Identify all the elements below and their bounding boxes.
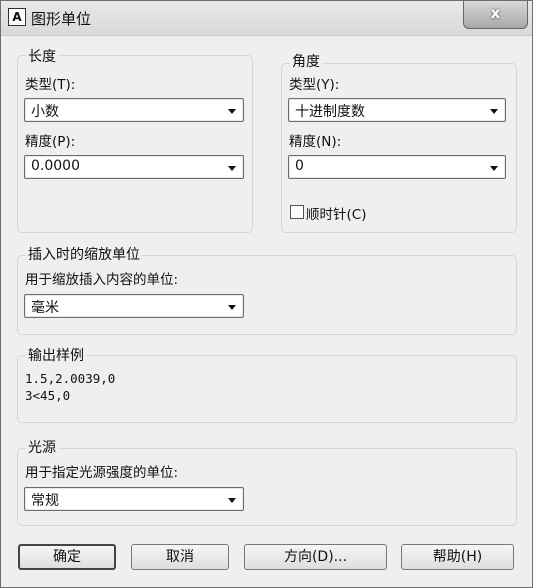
chevron-down-icon <box>228 498 236 503</box>
angle-type-label: 类型(Y): <box>289 77 340 93</box>
length-type-value: 小数 <box>31 104 59 120</box>
cancel-button[interactable]: 取消 <box>131 544 229 570</box>
length-precision-value: 0.0000 <box>31 158 80 174</box>
clockwise-checkbox[interactable] <box>290 205 304 219</box>
chevron-down-icon <box>228 109 236 114</box>
sample-output-title: 输出样例 <box>26 345 86 365</box>
length-precision-label: 精度(P): <box>25 134 76 150</box>
length-type-label: 类型(T): <box>25 77 76 93</box>
title-bar[interactable]: A 图形单位 x <box>1 1 532 36</box>
sample-output-group <box>17 355 517 423</box>
insert-scale-label: 用于缩放插入内容的单位: <box>25 272 179 288</box>
lighting-units-value: 常规 <box>31 493 59 509</box>
angle-type-value: 十进制度数 <box>295 104 365 120</box>
insert-scale-title: 插入时的缩放单位 <box>26 244 142 264</box>
sample-output-line-2: 3<45,0 <box>25 388 71 403</box>
units-dialog: A 图形单位 x 长度 类型(T): 小数 精度(P): 0.0000 角度 类… <box>0 0 533 588</box>
app-icon: A <box>8 8 26 26</box>
length-type-select[interactable]: 小数 <box>24 98 244 122</box>
ok-button[interactable]: 确定 <box>18 544 116 570</box>
close-button[interactable]: x <box>463 1 528 29</box>
insert-units-select[interactable]: 毫米 <box>24 294 244 318</box>
lighting-units-select[interactable]: 常规 <box>24 487 244 511</box>
chevron-down-icon <box>490 109 498 114</box>
chevron-down-icon <box>228 166 236 171</box>
lighting-units-label: 用于指定光源强度的单位: <box>25 465 179 481</box>
sample-output-line-1: 1.5,2.0039,0 <box>25 371 116 386</box>
chevron-down-icon <box>228 305 236 310</box>
help-button[interactable]: 帮助(H) <box>401 544 514 570</box>
length-group-title: 长度 <box>26 46 58 66</box>
angle-precision-value: 0 <box>295 158 304 174</box>
angle-precision-select[interactable]: 0 <box>288 155 506 179</box>
angle-group-title: 角度 <box>290 51 322 71</box>
angle-type-select[interactable]: 十进制度数 <box>288 98 506 122</box>
chevron-down-icon <box>490 166 498 171</box>
length-precision-select[interactable]: 0.0000 <box>24 155 244 179</box>
clockwise-label[interactable]: 顺时针(C) <box>306 203 366 223</box>
insert-units-value: 毫米 <box>31 300 59 316</box>
direction-button[interactable]: 方向(D)... <box>244 544 387 570</box>
lighting-title: 光源 <box>26 437 58 457</box>
dialog-title: 图形单位 <box>31 10 92 28</box>
angle-precision-label: 精度(N): <box>289 134 342 150</box>
